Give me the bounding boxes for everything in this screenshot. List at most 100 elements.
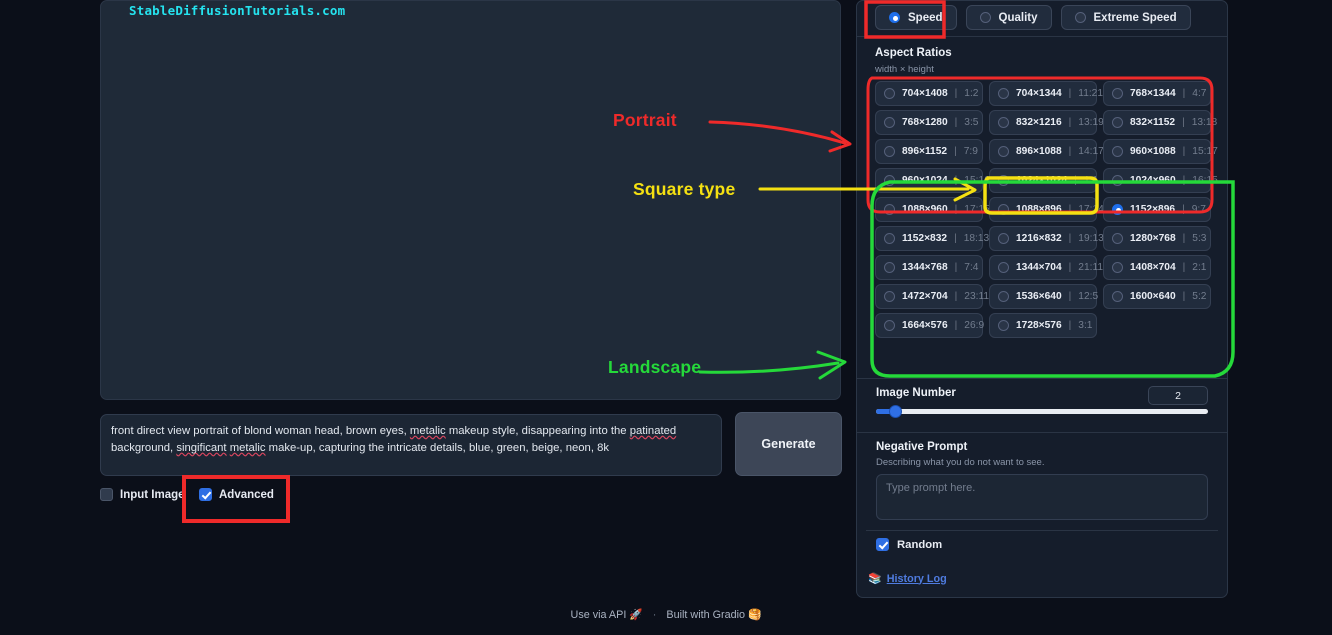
aspect-ratio-dimensions: 1088×960: [902, 204, 948, 215]
section-divider-negative: [857, 432, 1227, 433]
aspect-ratio-separator: |: [1068, 291, 1072, 302]
aspect-ratio-dimensions: 1472×704: [902, 291, 948, 302]
performance-option-quality[interactable]: Quality: [965, 5, 1052, 30]
image-number-value[interactable]: 2: [1148, 386, 1208, 405]
aspect-ratio-dimensions: 1728×576: [1016, 320, 1062, 331]
aspect-ratio-dimensions: 832×1152: [1130, 117, 1176, 128]
aspect-ratio-option[interactable]: 960×1088 | 15:17: [1103, 139, 1218, 164]
generate-button[interactable]: Generate: [735, 412, 842, 476]
aspect-ratio-option[interactable]: 1344×768 | 7:4: [875, 255, 983, 280]
aspect-ratio-separator: |: [1182, 262, 1186, 273]
aspect-ratio-option[interactable]: 1024×1024 | 1:1: [989, 168, 1098, 193]
aspect-ratio-option[interactable]: 1664×576 | 26:9: [875, 313, 985, 338]
aspect-ratio-option[interactable]: 832×1152 | 13:18: [1103, 110, 1217, 135]
aspect-ratio-option[interactable]: 768×1280 | 3:5: [875, 110, 983, 135]
radio-aspect-ratio: [884, 117, 895, 128]
aspect-ratio-separator: |: [1068, 320, 1072, 331]
negative-prompt-label: Negative Prompt: [876, 441, 968, 453]
aspect-ratio-separator: |: [954, 204, 958, 215]
aspect-ratio-option[interactable]: 832×1216 | 13:19: [989, 110, 1104, 135]
aspect-ratio-grid: 704×1408 | 1:2 704×1344 | 11:21 768×1344 | 4:7 76…: [875, 81, 1218, 338]
aspect-ratio-dimensions: 704×1344: [1016, 88, 1062, 99]
radio-aspect-ratio: [1112, 175, 1123, 186]
aspect-ratio-dimensions: 1664×576: [902, 320, 948, 331]
radio-extreme-speed: [1074, 12, 1086, 23]
aspect-ratio-value: 17:15: [964, 204, 990, 215]
aspect-ratio-separator: |: [954, 320, 958, 331]
aspect-ratio-option[interactable]: 1344×704 | 21:11: [989, 255, 1103, 280]
image-number-slider[interactable]: [876, 405, 1208, 418]
aspect-ratio-option[interactable]: 1088×896 | 17:14: [989, 197, 1104, 222]
aspect-ratio-dimensions: 960×1088: [1130, 146, 1176, 157]
radio-aspect-ratio: [998, 291, 1009, 302]
aspect-ratio-dimensions: 1344×768: [902, 262, 948, 273]
aspect-ratio-option[interactable]: 1728×576 | 3:1: [989, 313, 1097, 338]
aspect-ratio-option[interactable]: 704×1408 | 1:2: [875, 81, 983, 106]
slider-handle[interactable]: [888, 405, 902, 418]
performance-selector: Speed Quality Extreme Speed: [875, 5, 1191, 30]
aspect-ratio-option[interactable]: 1216×832 | 19:13: [989, 226, 1104, 251]
aspect-ratio-value: 11:21: [1078, 88, 1104, 99]
aspect-ratio-option[interactable]: 960×1024 | 15:16: [875, 168, 990, 193]
radio-aspect-ratio: [884, 204, 895, 215]
aspect-ratio-option[interactable]: 1280×768 | 5:3: [1103, 226, 1211, 251]
book-icon: 📚: [868, 573, 882, 585]
negative-prompt-input[interactable]: Type prompt here.: [876, 474, 1208, 520]
aspect-ratio-option[interactable]: 1600×640 | 5:2: [1103, 284, 1211, 309]
prompt-input[interactable]: front direct view portrait of blond woma…: [100, 414, 722, 476]
aspect-ratio-option[interactable]: 1088×960 | 17:15: [875, 197, 990, 222]
random-seed-checkbox[interactable]: Random: [866, 531, 1218, 558]
aspect-ratio-dimensions: 768×1344: [1130, 88, 1176, 99]
performance-option-extreme-speed[interactable]: Extreme Speed: [1060, 5, 1191, 30]
aspect-ratio-value: 7:4: [964, 262, 979, 273]
aspect-ratio-value: 23:11: [964, 291, 990, 302]
aspect-ratio-value: 14:17: [1078, 146, 1104, 157]
aspect-ratio-option[interactable]: 1152×896 | 9:7: [1103, 197, 1211, 222]
advanced-checkbox[interactable]: Advanced: [199, 488, 274, 501]
section-divider-top: [857, 36, 1227, 37]
image-gallery-panel: StableDiffusionTutorials.com: [100, 0, 943, 400]
advanced-label: Advanced: [219, 488, 274, 501]
performance-option-speed[interactable]: Speed: [875, 5, 957, 30]
aspect-ratio-option[interactable]: 896×1088 | 14:17: [989, 139, 1104, 164]
aspect-ratio-option[interactable]: 1472×704 | 23:11: [875, 284, 989, 309]
aspect-ratios-title: Aspect Ratios: [875, 47, 952, 59]
aspect-ratio-option[interactable]: 768×1344 | 4:7: [1103, 81, 1211, 106]
aspect-ratio-option[interactable]: 1152×832 | 18:13: [875, 226, 989, 251]
use-via-api-link[interactable]: Use via API: [571, 609, 627, 621]
input-image-checkbox[interactable]: Input Image: [100, 488, 185, 501]
aspect-ratio-dimensions: 1344×704: [1016, 262, 1062, 273]
aspect-ratio-separator: |: [1068, 117, 1072, 128]
aspect-ratio-value: 26:9: [964, 320, 985, 331]
aspect-ratio-option[interactable]: 1024×960 | 16:15: [1103, 168, 1218, 193]
radio-aspect-ratio: [1112, 233, 1123, 244]
site-watermark: StableDiffusionTutorials.com: [129, 3, 346, 18]
radio-aspect-ratio: [998, 320, 1009, 331]
radio-aspect-ratio: [998, 117, 1009, 128]
history-log-label: History Log: [886, 572, 947, 585]
aspect-ratio-option[interactable]: 704×1344 | 11:21: [989, 81, 1103, 106]
aspect-ratio-separator: |: [1182, 204, 1185, 215]
radio-aspect-ratio: [1112, 146, 1123, 157]
aspect-ratio-separator: |: [954, 88, 958, 99]
performance-label-quality: Quality: [998, 11, 1038, 24]
aspect-ratio-option[interactable]: 1536×640 | 12:5: [989, 284, 1098, 309]
random-label: Random: [897, 538, 943, 551]
aspect-ratio-separator: |: [1068, 233, 1072, 244]
input-image-label: Input Image: [120, 488, 185, 501]
aspect-ratio-option[interactable]: 896×1152 | 7:9: [875, 139, 983, 164]
aspect-ratio-option[interactable]: 1408×704 | 2:1: [1103, 255, 1211, 280]
aspect-ratio-dimensions: 1152×832: [902, 233, 948, 244]
aspect-ratio-dimensions: 1280×768: [1130, 233, 1176, 244]
page-footer: Use via API 🚀 · Built with Gradio 🥞: [0, 608, 1332, 621]
aspect-ratio-value: 2:1: [1192, 262, 1207, 273]
aspect-ratio-value: 7:9: [963, 146, 978, 157]
radio-aspect-ratio: [884, 291, 895, 302]
aspect-ratio-dimensions: 896×1088: [1016, 146, 1062, 157]
aspect-ratio-value: 16:15: [1192, 175, 1218, 186]
history-log-link[interactable]: 📚 History Log: [868, 572, 947, 586]
image-number-label: Image Number: [876, 387, 956, 399]
section-divider-image-number: [857, 378, 1227, 379]
built-with-gradio-link[interactable]: Built with Gradio: [666, 609, 745, 621]
aspect-ratio-value: 4:7: [1192, 88, 1207, 99]
